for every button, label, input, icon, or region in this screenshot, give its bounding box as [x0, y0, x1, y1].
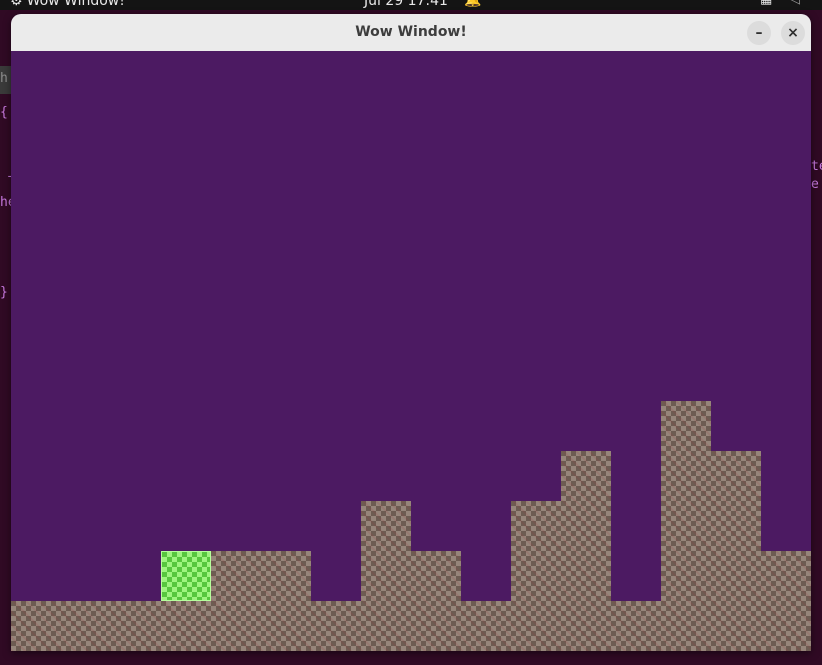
ground-tile [561, 601, 611, 651]
network-icon[interactable]: ▦ [760, 0, 772, 7]
ground-tile [661, 451, 711, 501]
ground-tile [211, 601, 261, 651]
terminal-text: te [811, 159, 822, 174]
ground-tile [561, 551, 611, 601]
ground-tile [361, 501, 411, 551]
clock[interactable]: Jul 29 17:41 [364, 0, 448, 9]
ground-tile [711, 501, 761, 551]
ground-tile [261, 601, 311, 651]
ground-tile [461, 601, 511, 651]
close-button[interactable]: × [781, 21, 805, 45]
terminal-text: } [0, 285, 8, 300]
ground-tile [111, 601, 161, 651]
ground-tile [711, 601, 761, 651]
window-title: Wow Window! [355, 24, 467, 40]
ground-tile [711, 451, 761, 501]
game-canvas[interactable] [11, 51, 811, 651]
ground-tile [161, 601, 211, 651]
active-app-indicator[interactable]: ⚙ Wow Window! [10, 0, 125, 9]
terminal-text: e [811, 177, 819, 192]
player-block[interactable] [161, 551, 211, 601]
ground-tile [511, 501, 561, 551]
game-window: Wow Window! – × [11, 14, 811, 651]
ground-tile [361, 601, 411, 651]
ground-tile [561, 501, 611, 551]
ground-tile [261, 551, 311, 601]
volume-muted-icon[interactable]: ◁ [790, 0, 800, 7]
ground-tile [311, 601, 361, 651]
ground-tile [711, 551, 761, 601]
ground-tile [661, 551, 711, 601]
ground-tile [361, 551, 411, 601]
window-titlebar[interactable]: Wow Window! – × [11, 14, 811, 52]
minimize-button[interactable]: – [747, 21, 771, 45]
ground-tile [761, 601, 811, 651]
terminal-text: { [0, 105, 8, 120]
ground-tile [661, 601, 711, 651]
ground-tile [661, 501, 711, 551]
ground-tile [611, 601, 661, 651]
ground-tile [561, 451, 611, 501]
ground-tile [511, 601, 561, 651]
ground-tile [661, 401, 711, 451]
system-top-bar: ⚙Wow Window! Jul 29 17:41 🔔 ▦ ◁ [0, 0, 822, 10]
terminal-text: h [0, 71, 8, 86]
ground-tile [761, 551, 811, 601]
ground-tile [61, 601, 111, 651]
ground-tile [11, 601, 61, 651]
active-app-name: Wow Window! [26, 0, 125, 9]
ground-tile [211, 551, 261, 601]
ground-tile [411, 551, 461, 601]
app-icon: ⚙ [10, 0, 23, 9]
bell-icon[interactable]: 🔔 [464, 0, 481, 8]
ground-tile [511, 551, 561, 601]
ground-tile [411, 601, 461, 651]
